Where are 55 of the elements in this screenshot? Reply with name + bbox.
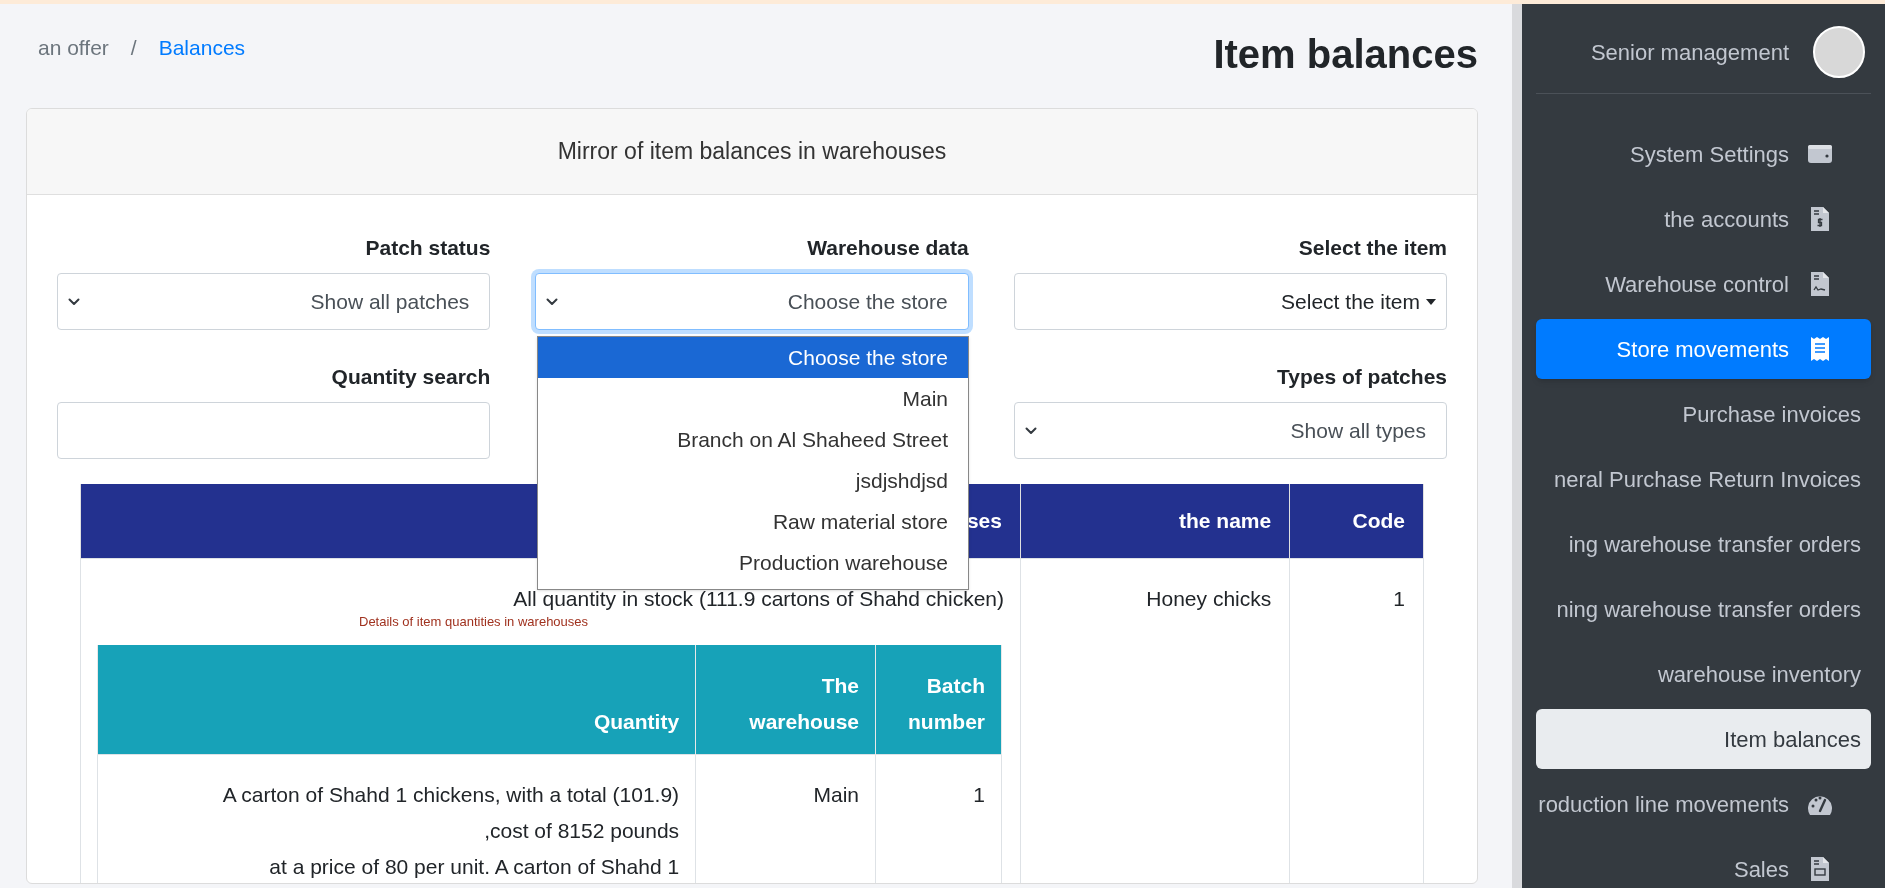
item-picker[interactable]: Select the item — [1013, 273, 1447, 330]
dropdown-option[interactable]: Branch on Al Shaheed Street — [538, 419, 968, 460]
table-cell: Main — [695, 754, 876, 883]
table-cell: A carton of Shahd 1 chickens, with a total (101.9) ,cost of 8152 pounds at a price of 80 per unit. A carton of Shahd 1 — [97, 754, 696, 883]
card-title: Mirror of item balances in warehouses — [557, 137, 947, 167]
stock-total-text: All quantity in stock (111.9 cartons of Shahd chicken) — [512, 585, 1004, 612]
field-label: Patch status — [364, 235, 491, 258]
field-label: Types of patches — [1276, 364, 1447, 387]
column-header: Batch number — [875, 645, 1002, 755]
user-name: Senior management — [1590, 39, 1789, 67]
select-field[interactable]: Show all types — [1013, 402, 1447, 459]
dropdown-option[interactable]: Choose the store — [538, 337, 968, 378]
table-cell: Honey chicks — [1020, 558, 1290, 883]
sidebar-item[interactable]: ning warehouse transfer orders — [1536, 579, 1871, 639]
sidebar-item[interactable]: neral Purchase Return Invoices — [1536, 449, 1871, 509]
sidebar-item[interactable]: Sales — [1536, 839, 1871, 888]
sidebar-item[interactable]: Warehouse control — [1536, 254, 1871, 314]
breadcrumb-separator: / — [129, 35, 138, 61]
sidebar-item[interactable]: ing warehouse transfer orders — [1536, 514, 1871, 574]
chevron-down-icon — [546, 297, 559, 306]
chevron-down-icon — [1024, 426, 1037, 435]
column-header: Code — [1289, 484, 1424, 558]
dropdown-option[interactable]: Main — [538, 378, 968, 419]
table-cell: 1 — [1289, 558, 1424, 883]
table-cell: 1 — [875, 754, 1002, 883]
sidebar-item[interactable]: Purchase invoices — [1536, 384, 1871, 444]
sidebar-item[interactable]: warehouse inventory — [1536, 644, 1871, 704]
document-icon — [1810, 856, 1830, 882]
invoice-icon — [1810, 206, 1830, 232]
breadcrumb-item: an offer — [38, 35, 109, 61]
receipt-icon — [1810, 336, 1830, 362]
field-label: Select the item — [1297, 235, 1447, 258]
signed-document-icon — [1810, 271, 1830, 297]
sidebar-item[interactable]: the accounts — [1536, 189, 1871, 249]
sidebar-item[interactable]: roduction line movements — [1536, 774, 1871, 834]
field-label: Warehouse data — [806, 235, 969, 258]
select-field[interactable]: Choose the store — [535, 273, 969, 330]
sidebar-item[interactable]: System Settings — [1536, 124, 1871, 184]
wallet-icon — [1807, 143, 1833, 165]
breadcrumb-link[interactable]: Balances — [158, 32, 246, 64]
column-header: The warehouse — [695, 645, 876, 755]
select-field[interactable]: Show all patches — [57, 273, 491, 330]
chevron-down-icon — [68, 297, 80, 306]
column-header: the name — [1020, 484, 1290, 558]
input-field[interactable] — [57, 402, 491, 459]
gauge-icon — [1807, 793, 1833, 815]
details-caption: Details of item quantities in warehouses — [358, 612, 590, 631]
caret-down-icon — [1426, 298, 1436, 305]
dropdown-option[interactable]: Raw material store — [538, 501, 968, 542]
page-title: Item balances — [1213, 31, 1478, 74]
sidebar-item[interactable]: Store movements — [1536, 319, 1871, 379]
column-header: Quantity — [97, 645, 696, 755]
sidebar-item[interactable]: Item balances — [1536, 709, 1871, 769]
field-label: Quantity search — [330, 364, 491, 387]
avatar[interactable] — [1813, 25, 1865, 78]
